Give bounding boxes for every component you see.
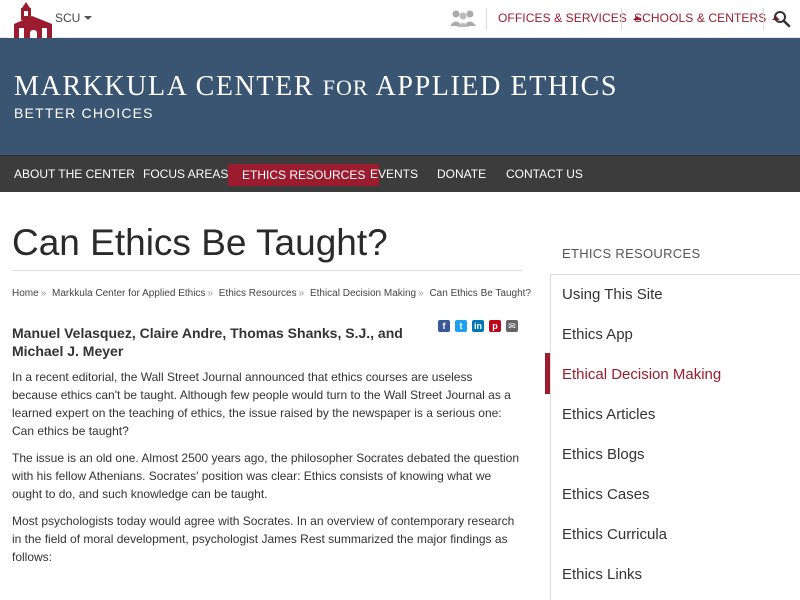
schools-centers-dropdown[interactable]: SCHOOLS & CENTERS — [634, 11, 781, 25]
site-title-part1: MARKKULA CENTER — [14, 71, 323, 102]
article-paragraph: In a recent editorial, the Wall Street J… — [12, 370, 511, 438]
offices-services-label: OFFICES & SERVICES — [498, 11, 627, 25]
twitter-icon[interactable]: t — [455, 320, 467, 332]
article-authors: Manuel Velasquez, Claire Andre, Thomas S… — [12, 325, 403, 359]
top-utility-bar: SCU OFFICES & SERVICES SCHOOLS & CENTERS — [0, 0, 800, 46]
linkedin-icon[interactable]: in — [472, 320, 484, 332]
breadcrumb-separator: » — [40, 288, 47, 299]
breadcrumb: Home» Markkula Center for Applied Ethics… — [12, 288, 531, 299]
divider — [621, 8, 622, 30]
breadcrumb-markkula[interactable]: Markkula Center for Applied Ethics — [52, 288, 205, 299]
chevron-down-icon — [84, 16, 93, 20]
facebook-icon[interactable]: f — [438, 320, 450, 332]
active-indicator — [545, 353, 550, 394]
article-paragraph: Most psychologists today would agree wit… — [12, 514, 515, 564]
page-title: Can Ethics Be Taught? — [12, 222, 388, 263]
site-title[interactable]: MARKKULA CENTER FOR APPLIED ETHICS — [14, 71, 618, 103]
schools-centers-label: SCHOOLS & CENTERS — [634, 11, 767, 25]
divider — [763, 8, 764, 30]
scu-dropdown[interactable]: SCU — [55, 11, 93, 25]
breadcrumb-separator: » — [418, 288, 424, 299]
sidebar-item-ethics-cases[interactable]: Ethics Cases — [562, 486, 650, 503]
people-icon[interactable] — [448, 8, 478, 28]
breadcrumb-separator: » — [298, 288, 305, 299]
site-tagline: BETTER CHOICES — [14, 105, 154, 121]
site-banner: MARKKULA CENTER FOR APPLIED ETHICS BETTE… — [0, 38, 800, 155]
nav-item-about[interactable]: ABOUT THE CENTER — [0, 156, 149, 193]
nav-item-events[interactable]: EVENTS — [356, 156, 432, 193]
article-paragraph: The issue is an old one. Almost 2500 yea… — [12, 451, 519, 501]
nav-item-focus-areas[interactable]: FOCUS AREAS — [129, 156, 242, 193]
sidebar-item-ethics-curricula[interactable]: Ethics Curricula — [562, 526, 667, 543]
site-title-part2: APPLIED ETHICS — [368, 71, 619, 102]
sidebar-item-ethics-app[interactable]: Ethics App — [562, 326, 633, 343]
divider — [12, 270, 522, 271]
nav-item-contact[interactable]: CONTACT US — [492, 156, 597, 193]
nav-item-donate[interactable]: DONATE — [423, 156, 500, 193]
search-icon[interactable] — [773, 10, 791, 28]
sidebar-item-ethical-decision-making[interactable]: Ethical Decision Making — [562, 366, 721, 383]
pinterest-icon[interactable]: p — [489, 320, 501, 332]
breadcrumb-ethics-resources[interactable]: Ethics Resources — [219, 288, 297, 299]
scu-label: SCU — [55, 11, 81, 25]
divider — [486, 8, 487, 30]
sidebar-menu — [550, 274, 800, 600]
sidebar-item-ethics-articles[interactable]: Ethics Articles — [562, 406, 655, 423]
breadcrumb-decision-making[interactable]: Ethical Decision Making — [310, 288, 416, 299]
sidebar-item-using-this-site[interactable]: Using This Site — [562, 286, 663, 303]
sidebar-heading: ETHICS RESOURCES — [562, 246, 701, 261]
email-icon[interactable]: ✉ — [506, 320, 518, 332]
breadcrumb-home[interactable]: Home — [12, 288, 39, 299]
main-nav: ABOUT THE CENTER FOCUS AREAS ETHICS RESO… — [0, 155, 800, 192]
breadcrumb-current: Can Ethics Be Taught? — [429, 288, 532, 299]
share-buttons: f t in p ✉ — [438, 320, 518, 332]
sidebar-item-ethics-blogs[interactable]: Ethics Blogs — [562, 446, 645, 463]
breadcrumb-separator: » — [207, 288, 213, 299]
offices-services-dropdown[interactable]: OFFICES & SERVICES — [498, 11, 641, 25]
site-title-for: FOR — [322, 75, 369, 100]
sidebar-item-ethics-links[interactable]: Ethics Links — [562, 566, 642, 583]
